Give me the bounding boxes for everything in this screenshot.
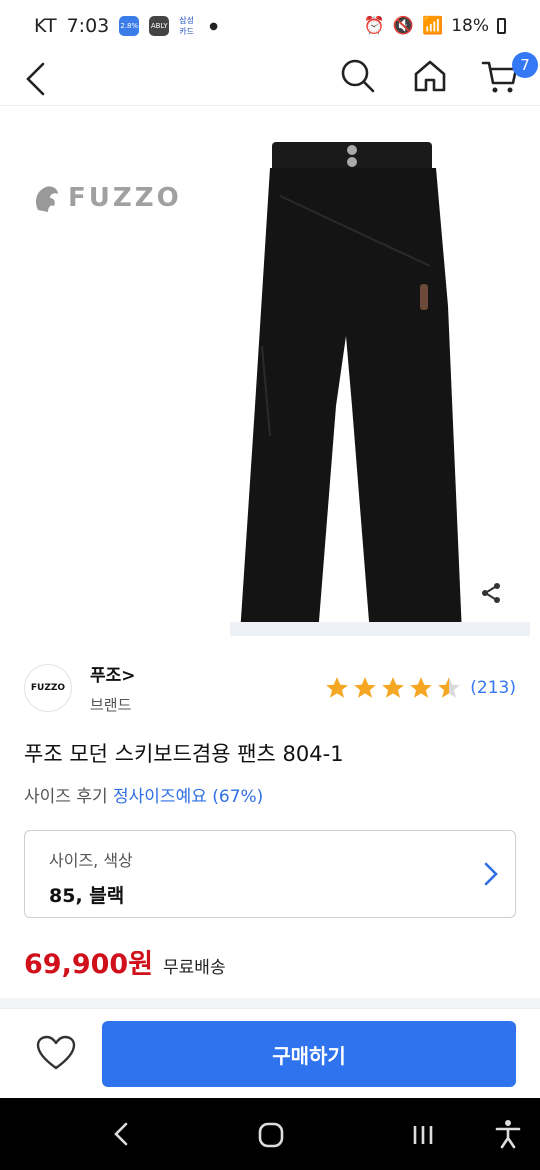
pants-illustration xyxy=(230,142,530,636)
battery-label: 18% xyxy=(451,16,489,36)
alarm-icon: ⏰ xyxy=(363,16,385,36)
status-bar: KT 7:03 2.8% ABLY 삼성 카드 ● ⏰ 🔇 📶 18% xyxy=(0,0,540,52)
chevron-right-icon xyxy=(484,862,498,886)
accessibility-icon xyxy=(495,1120,521,1149)
star-icon xyxy=(354,677,377,698)
product-image[interactable]: FUZZO xyxy=(0,106,540,636)
half-star-icon xyxy=(438,677,461,698)
brand-name-link[interactable]: 푸조> xyxy=(90,661,136,686)
back-button[interactable] xyxy=(22,62,50,96)
search-icon xyxy=(341,59,375,93)
home-button[interactable] xyxy=(410,56,450,96)
brand-type-label: 브랜드 xyxy=(90,696,132,714)
cart-count-badge: 7 xyxy=(512,52,538,78)
home-icon xyxy=(414,60,446,92)
nav-back-icon xyxy=(114,1122,128,1146)
app-badge-1: 2.8% xyxy=(119,16,140,36)
star-icon xyxy=(410,677,433,698)
app-badge-3: 삼성 카드 xyxy=(179,16,200,36)
accessibility-button[interactable] xyxy=(492,1118,524,1150)
back-arrow-icon xyxy=(26,62,45,96)
carrier-label: KT xyxy=(34,15,57,37)
price: 69,900원 xyxy=(24,949,154,980)
mute-icon: 🔇 xyxy=(392,16,415,36)
wishlist-button[interactable] xyxy=(36,1035,76,1075)
brand-row: FUZZO 푸조> 브랜드 (213) xyxy=(24,660,516,716)
size-review[interactable]: 사이즈 후기 정사이즈예요 (67%) xyxy=(24,782,263,807)
shipping-label: 무료배송 xyxy=(163,958,226,978)
dot-icon: ● xyxy=(209,20,218,32)
rating[interactable]: (213) xyxy=(324,675,516,701)
share-button[interactable] xyxy=(476,578,506,608)
nav-back-button[interactable] xyxy=(108,1120,134,1148)
system-nav-bar xyxy=(0,1098,540,1170)
bottom-action-bar: 구매하기 xyxy=(0,1008,540,1098)
cart-button[interactable]: 7 xyxy=(480,52,538,96)
section-divider xyxy=(0,998,540,1008)
size-review-value: 정사이즈예요 (67%) xyxy=(113,787,264,807)
search-button[interactable] xyxy=(338,56,378,96)
app-badge-2: ABLY xyxy=(149,16,170,36)
option-value: 85, 블랙 xyxy=(49,885,125,907)
nav-home-button[interactable] xyxy=(256,1120,286,1150)
option-selector[interactable]: 사이즈, 색상 85, 블랙 xyxy=(24,830,516,918)
nav-recents-button[interactable] xyxy=(408,1120,438,1150)
clock: 7:03 xyxy=(66,15,110,37)
star-icon xyxy=(382,677,405,698)
star-icon xyxy=(326,677,349,698)
brand-logo[interactable]: FUZZO xyxy=(24,664,72,712)
buy-button[interactable]: 구매하기 xyxy=(102,1021,516,1087)
price-row: 69,900원 무료배송 xyxy=(24,942,226,981)
nav-recents-icon xyxy=(413,1126,433,1144)
heart-icon xyxy=(36,1035,76,1070)
product-title: 푸조 모던 스키보드겸용 팬츠 804-1 xyxy=(24,742,344,766)
option-label: 사이즈, 색상 xyxy=(49,851,133,870)
share-icon xyxy=(482,583,500,603)
wifi-icon: 📶 xyxy=(422,16,444,36)
nav-home-icon xyxy=(258,1122,284,1148)
size-review-label: 사이즈 후기 xyxy=(24,787,108,807)
rating-count: (213) xyxy=(470,678,516,698)
app-bar: 7 xyxy=(0,52,540,106)
battery-icon xyxy=(497,18,506,34)
